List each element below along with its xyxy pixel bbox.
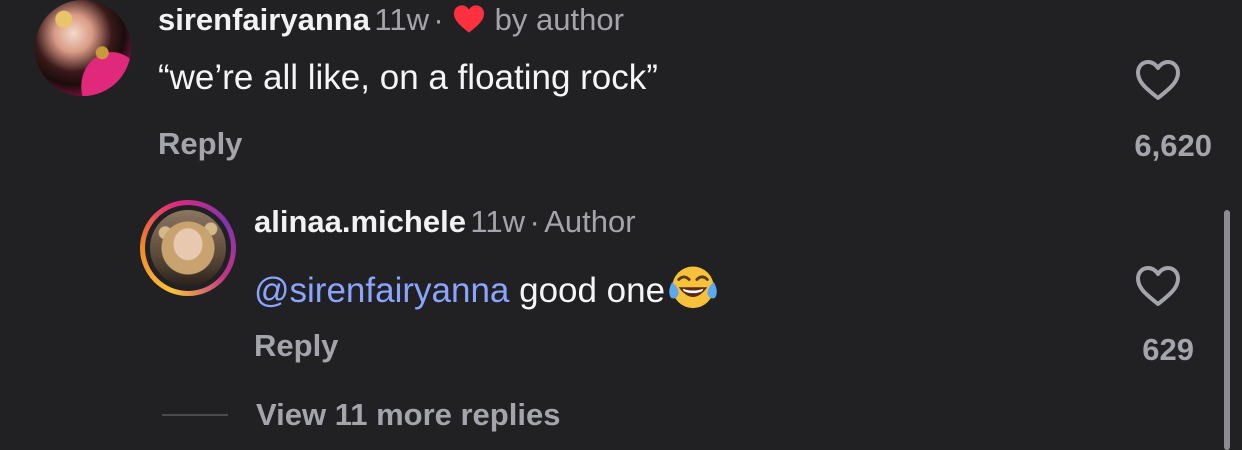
reply-text: @sirenfairyanna good one xyxy=(254,260,719,312)
liked-by-author-label: by author xyxy=(494,2,624,37)
author-badge: Author xyxy=(544,204,636,239)
reply-separator: · xyxy=(529,204,540,239)
heart-outline-icon[interactable] xyxy=(1133,264,1183,308)
thread-divider xyxy=(162,414,228,416)
commenter-avatar[interactable] xyxy=(35,0,131,96)
reply-avatar[interactable] xyxy=(140,200,236,296)
scrollbar[interactable] xyxy=(1224,210,1230,450)
mention-link[interactable]: @sirenfairyanna xyxy=(254,271,509,310)
heart-outline-icon[interactable] xyxy=(1133,58,1183,102)
reply-time: 11w xyxy=(470,204,525,239)
laughing-tears-emoji-icon xyxy=(669,266,717,309)
comment-time: 11w xyxy=(374,2,429,37)
comment-reply-button[interactable]: Reply xyxy=(158,126,242,162)
comment-like-count: 6,620 xyxy=(1134,128,1212,163)
reply-username[interactable]: alinaa.michele xyxy=(254,204,466,239)
reply-header: alinaa.michele 11w · Author xyxy=(254,204,636,240)
reply-reply-button[interactable]: Reply xyxy=(254,328,338,364)
comment-username[interactable]: sirenfairyanna xyxy=(158,2,370,37)
comment-separator: · xyxy=(433,2,444,37)
comment-header: sirenfairyanna 11w · by author xyxy=(158,2,624,38)
reply-like-count: 629 xyxy=(1142,332,1194,367)
comment-text: “we’re all like, on a floating rock” xyxy=(158,58,658,97)
reply-text-body: good one xyxy=(509,271,666,310)
view-more-replies-button[interactable]: View 11 more replies xyxy=(256,397,560,433)
heart-filled-icon xyxy=(454,5,485,33)
